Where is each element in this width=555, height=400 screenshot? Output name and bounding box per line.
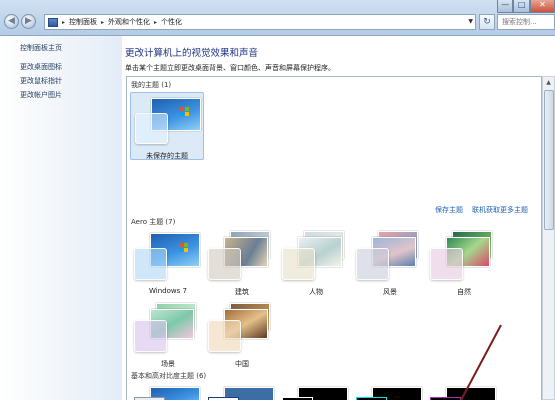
breadcrumb-separator-icon: ▸ bbox=[101, 18, 105, 26]
chevron-down-icon[interactable]: ▼ bbox=[468, 18, 473, 25]
sidebar-item-account-picture[interactable]: 更改帐户图片 bbox=[20, 90, 62, 100]
forward-arrow-icon: ▶ bbox=[25, 16, 32, 26]
theme-label: 风景 bbox=[383, 288, 397, 296]
theme-characters[interactable]: 人物 bbox=[278, 231, 354, 296]
close-button[interactable]: ✕ bbox=[529, 0, 555, 13]
window-color-preview bbox=[134, 320, 167, 352]
window-color-preview bbox=[356, 248, 389, 280]
theme-label: 未保存的主题 bbox=[146, 152, 188, 160]
theme-label: Windows 7 bbox=[149, 287, 187, 295]
theme-basic-win7[interactable] bbox=[130, 385, 206, 400]
window-color-preview bbox=[208, 320, 241, 352]
theme-basic[interactable] bbox=[204, 385, 280, 400]
theme-architecture[interactable]: 建筑 bbox=[204, 231, 280, 296]
theme-label: 人物 bbox=[309, 288, 323, 296]
theme-label: 建筑 bbox=[235, 288, 249, 296]
window-color-preview bbox=[135, 113, 168, 144]
window-controls: — □ ✕ bbox=[497, 0, 555, 13]
theme-china[interactable]: 中国 bbox=[204, 303, 280, 368]
theme-landscapes[interactable]: 风景 bbox=[352, 231, 428, 296]
search-input[interactable]: 搜索控制... bbox=[497, 14, 555, 30]
sidebar-item-control-panel-home[interactable]: 控制面板主页 bbox=[20, 43, 62, 53]
scrollbar-thumb[interactable] bbox=[544, 90, 554, 230]
windows-logo-icon bbox=[180, 107, 190, 117]
refresh-button[interactable]: ↻ bbox=[479, 14, 495, 30]
forward-button[interactable]: ▶ bbox=[21, 14, 36, 29]
window-color-preview bbox=[430, 248, 463, 280]
breadcrumb-control-panel[interactable]: 控制面板 bbox=[69, 17, 97, 27]
window-color-preview bbox=[134, 248, 167, 280]
scroll-up-icon[interactable]: ▲ bbox=[543, 77, 554, 88]
title-bar: ◀ ▶ ▸ 控制面板 ▸ 外观和个性化 ▸ 个性化 ▼ ↻ 搜索控制... — … bbox=[0, 0, 555, 36]
vertical-scrollbar[interactable]: ▲ bbox=[542, 76, 555, 400]
theme-label: 场景 bbox=[161, 360, 175, 368]
theme-label: 中国 bbox=[235, 360, 249, 368]
basic-themes-heading: 基本和高对比度主题 (6) bbox=[131, 372, 207, 380]
my-themes-heading: 我的主题 (1) bbox=[131, 81, 172, 89]
theme-scenes[interactable]: 场景 bbox=[130, 303, 206, 368]
back-arrow-icon: ◀ bbox=[8, 16, 15, 26]
save-theme-link[interactable]: 保存主题 bbox=[435, 205, 463, 215]
theme-nature[interactable]: 自然 bbox=[426, 231, 502, 296]
get-themes-online-link[interactable]: 联机获取更多主题 bbox=[472, 205, 528, 215]
window-color-preview bbox=[208, 248, 241, 280]
back-button[interactable]: ◀ bbox=[4, 14, 19, 29]
windows-logo-icon bbox=[179, 243, 189, 253]
theme-unsaved[interactable]: 未保存的主题 bbox=[130, 92, 204, 160]
breadcrumb-personalization[interactable]: 个性化 bbox=[161, 17, 182, 27]
theme-list: 我的主题 (1) 未保存的主题 保存主题 联机获取更多主题 Aero 主题 (7… bbox=[126, 76, 542, 400]
minimize-button[interactable]: — bbox=[497, 0, 514, 13]
theme-high-contrast-1[interactable] bbox=[278, 385, 354, 400]
theme-label: 自然 bbox=[457, 288, 471, 296]
page-title: 更改计算机上的视觉效果和声音 bbox=[125, 48, 259, 59]
theme-high-contrast-2[interactable] bbox=[352, 385, 428, 400]
page-description: 单击某个主题立即更改桌面背景、窗口颜色、声音和屏幕保护程序。 bbox=[125, 64, 335, 72]
breadcrumb-appearance[interactable]: 外观和个性化 bbox=[108, 17, 150, 27]
control-panel-icon bbox=[48, 17, 58, 27]
theme-windows7[interactable]: Windows 7 bbox=[130, 231, 206, 295]
sidebar-item-desktop-icons[interactable]: 更改桌面图标 bbox=[20, 62, 62, 72]
breadcrumb-separator-icon: ▸ bbox=[154, 18, 158, 26]
sidebar: 控制面板主页 更改桌面图标 更改鼠标指针 更改帐户图片 bbox=[0, 36, 122, 400]
window-color-preview bbox=[282, 248, 315, 280]
aero-themes-heading: Aero 主题 (7) bbox=[131, 218, 176, 226]
address-bar[interactable]: ▸ 控制面板 ▸ 外观和个性化 ▸ 个性化 ▼ bbox=[44, 14, 476, 30]
sidebar-item-mouse-pointers[interactable]: 更改鼠标指针 bbox=[20, 76, 62, 86]
breadcrumb-separator-icon: ▸ bbox=[62, 18, 66, 26]
maximize-button[interactable]: □ bbox=[513, 0, 530, 13]
